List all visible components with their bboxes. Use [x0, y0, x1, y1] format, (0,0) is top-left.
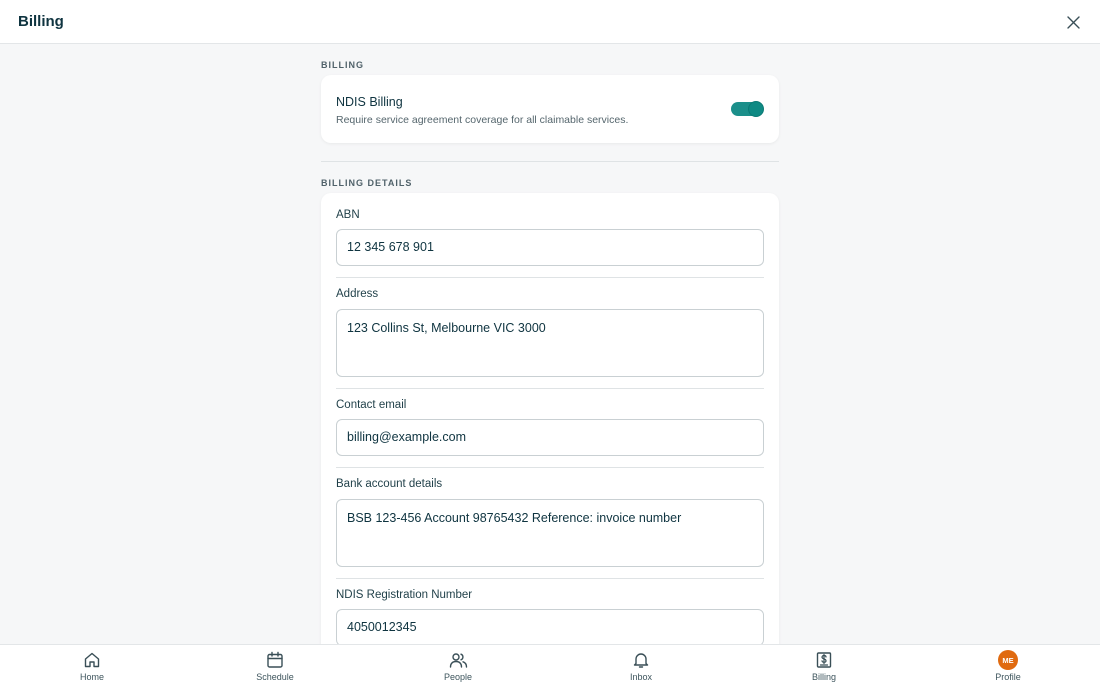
ndis-billing-description: Require service agreement coverage for a… — [336, 114, 629, 126]
address-textarea[interactable]: 123 Collins St, Melbourne VIC 3000 — [336, 309, 764, 377]
ndis-registration-label: NDIS Registration Number — [336, 589, 473, 601]
field-divider — [336, 467, 764, 468]
nav-label-people: People — [443, 672, 473, 682]
nav-item-home[interactable]: Home — [52, 650, 132, 686]
close-icon — [1066, 15, 1080, 29]
nav-label-billing: Billing — [811, 672, 836, 682]
nav-label-schedule: Schedule — [256, 672, 294, 682]
ndis-registration-input[interactable]: 4050012345 — [336, 609, 764, 644]
abn-label: ABN — [336, 209, 360, 221]
people-icon — [448, 650, 468, 670]
field-divider — [336, 388, 764, 389]
field-divider — [336, 277, 764, 278]
nav-label-inbox: Inbox — [629, 672, 653, 682]
close-button[interactable] — [1064, 13, 1082, 31]
dollar-receipt-icon — [814, 650, 834, 670]
section-divider — [321, 161, 779, 162]
contact-email-input[interactable]: billing@example.com — [336, 419, 764, 456]
nav-item-billing[interactable]: Billing — [784, 650, 864, 686]
bell-icon — [631, 650, 651, 670]
billing-details-section-label: BILLING DETAILS — [321, 178, 413, 188]
calendar-icon — [265, 650, 285, 670]
settings-content[interactable]: BILLING NDIS Billing Require service agr… — [0, 44, 1100, 644]
field-divider — [336, 578, 764, 579]
nav-item-profile[interactable]: ME Profile — [968, 650, 1048, 686]
billing-details-card: ABN 12 345 678 901 Address 123 Collins S… — [321, 193, 779, 644]
ndis-billing-card: NDIS Billing Require service agreement c… — [321, 75, 779, 143]
bank-account-textarea[interactable]: BSB 123-456 Account 98765432 Reference: … — [336, 499, 764, 567]
billing-section-label: BILLING — [321, 60, 364, 70]
bank-account-label: Bank account details — [336, 478, 443, 490]
avatar: ME — [998, 650, 1018, 670]
nav-item-inbox[interactable]: Inbox — [601, 650, 681, 686]
nav-label-home: Home — [79, 672, 104, 682]
header-bar: Billing — [0, 0, 1100, 44]
nav-item-schedule[interactable]: Schedule — [235, 650, 315, 686]
home-icon — [82, 650, 102, 670]
page-title: Billing — [18, 13, 64, 30]
ndis-billing-title: NDIS Billing — [336, 95, 403, 109]
nav-label-profile: Profile — [995, 672, 1021, 682]
address-label: Address — [336, 288, 379, 300]
ndis-billing-toggle[interactable] — [731, 101, 764, 117]
bottom-navigation: Home Schedule People Inbox Billing ME Pr… — [0, 644, 1100, 687]
abn-input[interactable]: 12 345 678 901 — [336, 229, 764, 266]
toggle-knob — [748, 101, 764, 117]
nav-item-people[interactable]: People — [418, 650, 498, 686]
contact-email-label: Contact email — [336, 399, 407, 411]
